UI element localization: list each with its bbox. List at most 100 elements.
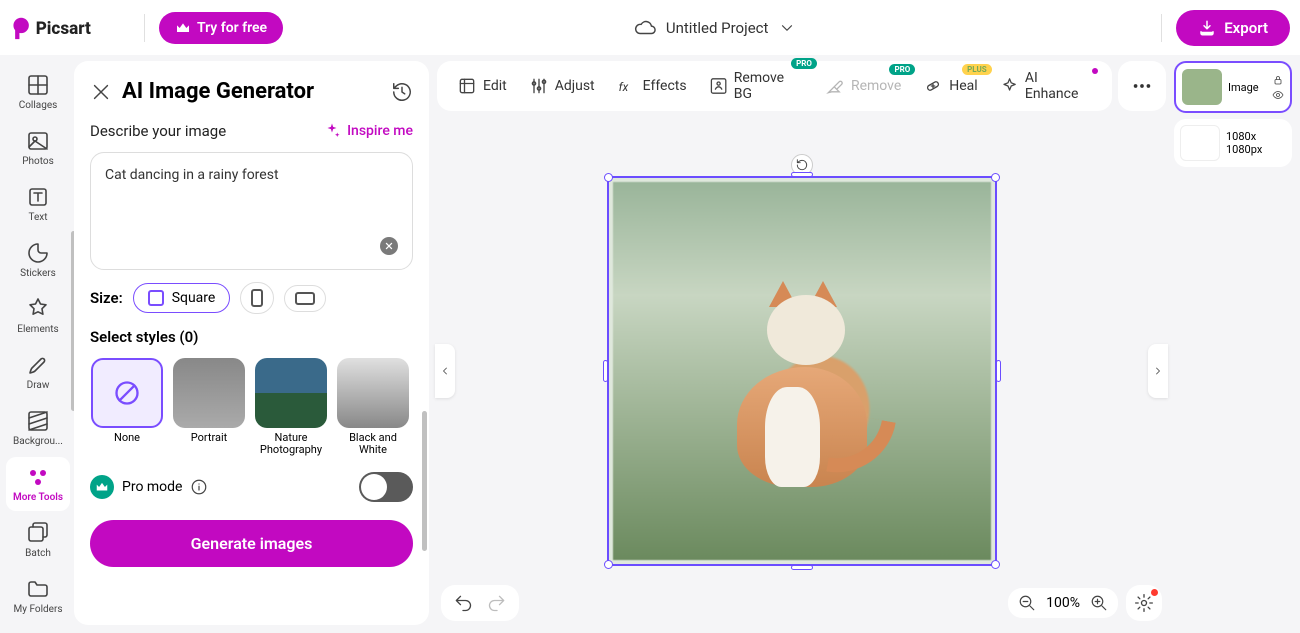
panel-scrollbar[interactable] (422, 411, 427, 551)
tool-remove[interactable]: RemovePRO (815, 70, 911, 102)
divider (144, 14, 145, 42)
close-icon[interactable] (90, 81, 112, 103)
resize-handle[interactable] (791, 565, 813, 570)
resize-handle[interactable] (604, 173, 613, 182)
zoom-out-icon[interactable] (1018, 594, 1036, 612)
chevron-down-icon[interactable] (778, 19, 796, 37)
tool-heal[interactable]: HealPLUS (913, 70, 987, 102)
style-option-none[interactable]: None (90, 358, 164, 456)
selected-image[interactable] (607, 176, 997, 566)
notification-dot (1092, 68, 1098, 74)
rail-item-batch[interactable]: Batch (6, 513, 70, 567)
tool-adjust[interactable]: Adjust (519, 70, 605, 102)
plus-badge: PLUS (962, 64, 992, 75)
zoom-controls: 100% (1008, 588, 1118, 618)
rail-item-background[interactable]: Backgrou... (6, 401, 70, 455)
clear-prompt-button[interactable] (380, 237, 398, 255)
draw-icon (26, 353, 50, 377)
square-icon (148, 290, 164, 306)
crown-icon (175, 20, 191, 36)
ai-generator-panel: AI Image Generator Describe your image I… (74, 61, 429, 625)
style-option-nature[interactable]: Nature Photography (254, 358, 328, 456)
pro-badge: PRO (791, 58, 817, 69)
tool-remove-bg[interactable]: Remove BGPRO (699, 64, 813, 108)
undo-icon[interactable] (453, 593, 473, 613)
canvas-settings-button[interactable] (1126, 585, 1162, 621)
rail-item-collages[interactable]: Collages (6, 65, 70, 119)
tool-ai-enhance[interactable]: AI Enhance (990, 64, 1102, 108)
collapse-panel-button[interactable] (435, 344, 455, 398)
generate-images-button[interactable]: Generate images (90, 520, 413, 567)
x-icon (384, 241, 394, 251)
rail-item-elements[interactable]: Elements (6, 289, 70, 343)
tool-effects[interactable]: fxEffects (607, 70, 697, 102)
sparkle-icon (323, 122, 341, 140)
heal-icon (923, 76, 943, 96)
resize-handle[interactable] (604, 560, 613, 569)
zoom-value[interactable]: 100% (1046, 595, 1080, 611)
resize-handle[interactable] (991, 173, 1000, 182)
rail-item-draw[interactable]: Draw (6, 345, 70, 399)
divider (1161, 14, 1162, 42)
rail-item-more-tools[interactable]: More Tools (6, 457, 70, 511)
chevron-right-icon (1152, 365, 1164, 377)
background-icon (26, 409, 50, 433)
rail-item-stickers[interactable]: Stickers (6, 233, 70, 287)
cloud-icon (634, 17, 656, 39)
layer-canvas[interactable]: 1080x 1080px (1174, 119, 1292, 167)
info-icon[interactable] (190, 478, 208, 496)
resize-handle[interactable] (991, 560, 1000, 569)
resize-handle[interactable] (996, 360, 1001, 382)
style-option-bw[interactable]: Black and White (336, 358, 410, 456)
layer-thumbnail (1180, 125, 1220, 161)
pro-mode-label: Pro mode (122, 479, 182, 495)
left-rail: Collages Photos Text Stickers Elements D… (2, 61, 74, 625)
project-title[interactable]: Untitled Project (666, 19, 769, 37)
size-option-portrait[interactable] (240, 282, 274, 314)
effects-icon: fx (617, 76, 637, 96)
inspire-me-button[interactable]: Inspire me (323, 122, 413, 140)
resize-handle[interactable] (603, 360, 608, 382)
export-label: Export (1224, 19, 1268, 37)
picsart-logo[interactable]: Picsart (10, 13, 130, 43)
size-option-square[interactable]: Square (133, 283, 231, 313)
layer-image[interactable]: Image (1174, 61, 1292, 113)
pro-badge-icon (90, 475, 114, 499)
canvas[interactable] (437, 117, 1166, 625)
collapse-layers-button[interactable] (1148, 344, 1168, 398)
rail-item-photos[interactable]: Photos (6, 121, 70, 175)
pro-mode-toggle[interactable] (359, 472, 413, 502)
eye-icon[interactable] (1272, 89, 1284, 101)
lock-icon[interactable] (1272, 74, 1284, 86)
svg-text:Picsart: Picsart (36, 19, 91, 39)
layer-thumbnail (1182, 69, 1222, 105)
resize-handle[interactable] (791, 172, 813, 177)
stickers-icon (26, 241, 50, 265)
export-button[interactable]: Export (1176, 10, 1290, 46)
landscape-icon (295, 292, 315, 305)
text-icon (26, 185, 50, 209)
svg-text:fx: fx (618, 80, 628, 94)
try-for-free-button[interactable]: Try for free (159, 12, 283, 44)
style-option-portrait[interactable]: Portrait (172, 358, 246, 456)
collages-icon (26, 73, 50, 97)
eraser-icon (825, 76, 845, 96)
adjust-icon (529, 76, 549, 96)
redo-icon[interactable] (487, 593, 507, 613)
size-option-landscape[interactable] (284, 285, 326, 312)
elements-icon (26, 297, 50, 321)
rail-item-my-folders[interactable]: My Folders (6, 569, 70, 623)
history-icon[interactable] (391, 81, 413, 103)
rotate-icon (795, 158, 809, 172)
rail-item-text[interactable]: Text (6, 177, 70, 231)
prompt-input[interactable]: Cat dancing in a rainy forest (90, 152, 413, 270)
folder-icon (26, 577, 50, 601)
cat-illustration (717, 287, 887, 487)
zoom-in-icon[interactable] (1090, 594, 1108, 612)
download-icon (1198, 19, 1216, 37)
styles-label: Select styles (0) (90, 328, 413, 346)
ai-enhance-icon (1000, 76, 1019, 96)
size-label: Size: (90, 289, 123, 307)
more-tools-button[interactable] (1118, 61, 1166, 111)
tool-edit[interactable]: Edit (447, 70, 517, 102)
